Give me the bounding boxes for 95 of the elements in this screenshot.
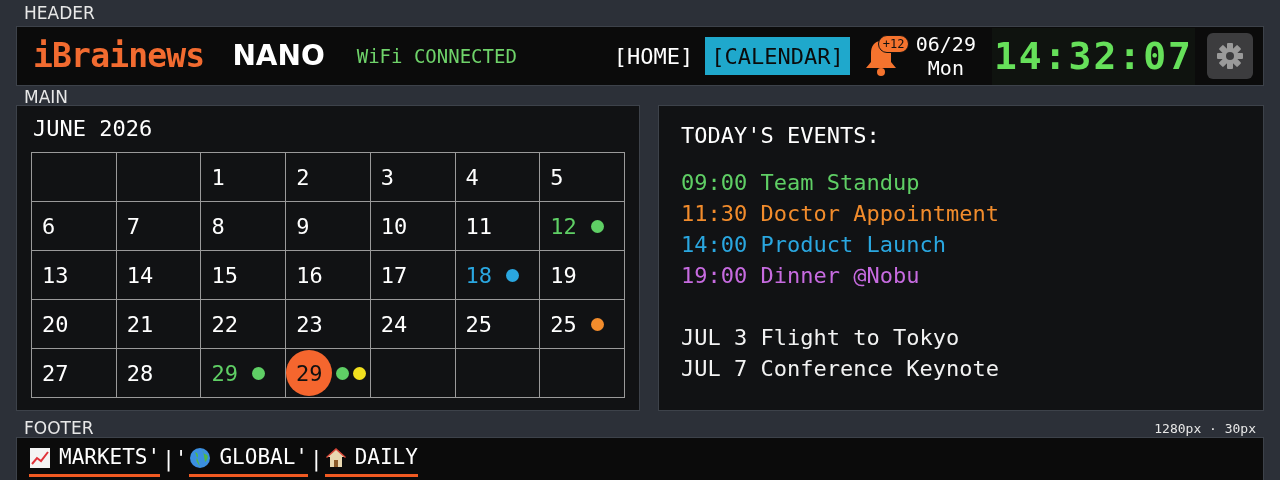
calendar-cell[interactable]: 8 <box>201 202 287 251</box>
date-text: 06/29 <box>915 32 976 56</box>
day-number: 8 <box>211 212 225 241</box>
day-number: 23 <box>296 310 323 339</box>
day-number: 19 <box>550 261 577 290</box>
calendar-cell[interactable]: 3 <box>370 153 456 202</box>
calendar-cell[interactable]: 5 <box>540 153 625 202</box>
calendar-cell[interactable]: 4 <box>455 153 541 202</box>
today-marker: 29 <box>286 350 333 396</box>
footer-tab[interactable]: DAILY <box>324 443 418 477</box>
calendar-cell[interactable]: 20 <box>32 300 117 349</box>
calendar-cell[interactable]: 6 <box>32 202 117 251</box>
calendar-cell[interactable]: 1 <box>201 153 287 202</box>
house-icon <box>324 447 347 469</box>
day-number: 25 <box>550 310 577 339</box>
wifi-status: WiFi CONNECTED <box>356 43 517 69</box>
day-number: 17 <box>380 261 408 290</box>
day-number: 7 <box>126 212 140 241</box>
calendar-cell[interactable]: 28 <box>116 349 202 398</box>
day-number: 22 <box>211 310 238 339</box>
event-item: 14:00 Product Launch <box>681 231 946 259</box>
size-note: 1280px · 30px <box>1154 421 1256 437</box>
day-number: 25 <box>465 310 493 339</box>
section-label: MAIN <box>23 88 70 106</box>
settings-button[interactable] <box>1207 33 1253 79</box>
weekday-text: Mon <box>927 56 964 80</box>
calendar-cell[interactable]: 29 <box>286 349 371 398</box>
day-number: 12 <box>550 212 577 241</box>
calendar-cell[interactable]: 13 <box>32 251 117 300</box>
tab-separator: | <box>309 446 323 474</box>
day-number: 20 <box>42 310 69 339</box>
event-item: 09:00 Team Standup <box>681 169 920 197</box>
digital-clock: 14:32:07 <box>991 27 1195 85</box>
day-number: 15 <box>211 261 238 290</box>
day-number: 28 <box>126 359 154 388</box>
day-number: 5 <box>550 163 564 192</box>
day-number: 29 <box>211 359 238 388</box>
calendar-cell[interactable]: 25 <box>455 300 541 349</box>
calendar-cell[interactable]: 12 <box>540 202 625 251</box>
calendar-cell[interactable] <box>370 349 456 398</box>
nav-tab[interactable]: [HOME] <box>611 37 696 75</box>
section-label: FOOTER <box>24 419 94 437</box>
footer-tab[interactable]: MARKETS' <box>29 443 161 477</box>
day-number: 11 <box>465 212 493 241</box>
calendar-cell[interactable]: 19 <box>540 251 625 300</box>
calendar-cell[interactable]: 10 <box>370 202 456 251</box>
footer-tab[interactable]: GLOBAL' <box>189 443 308 477</box>
day-number: 16 <box>296 261 323 290</box>
section-label: HEADER <box>23 2 96 25</box>
nav-tab[interactable]: [CALENDAR] <box>705 37 850 75</box>
calendar-cell[interactable]: 18 <box>455 251 541 300</box>
day-number: 21 <box>126 310 154 339</box>
upcoming-event: JUL 7 Conference Keynote <box>681 355 999 383</box>
tab-separator: |' <box>162 446 188 474</box>
day-number: 24 <box>380 310 408 339</box>
calendar-cell[interactable]: 15 <box>201 251 287 300</box>
calendar-cell[interactable]: 7 <box>116 202 202 251</box>
calendar-cell[interactable] <box>32 153 117 202</box>
day-number: 13 <box>42 261 69 290</box>
day-number: 18 <box>465 261 493 290</box>
calendar-cell[interactable]: 2 <box>286 153 371 202</box>
day-number: 2 <box>296 163 310 192</box>
day-number: 9 <box>296 212 310 241</box>
calendar-cell[interactable]: 22 <box>201 300 287 349</box>
calendar-cell[interactable]: 21 <box>116 300 202 349</box>
calendar-cell[interactable]: 27 <box>32 349 117 398</box>
day-number: 3 <box>380 163 395 192</box>
model-label: NANO <box>232 38 325 74</box>
upcoming-event: JUL 3 Flight to Tokyo <box>681 324 960 352</box>
calendar-cell[interactable] <box>540 349 625 398</box>
calendar-title: JUNE 2026 <box>33 116 153 142</box>
events-title: TODAY'S EVENTS: <box>681 122 880 150</box>
event-item: 11:30 Doctor Appointment <box>681 200 999 228</box>
notification-badge: +12 <box>877 35 910 53</box>
day-number: 14 <box>126 261 154 290</box>
calendar-cell[interactable]: 14 <box>116 251 202 300</box>
calendar-cell[interactable]: 29 <box>201 349 287 398</box>
calendar-cell[interactable]: 25 <box>540 300 625 349</box>
calendar-cell[interactable]: 11 <box>455 202 541 251</box>
calendar-cell[interactable] <box>455 349 541 398</box>
calendar-cell[interactable]: 9 <box>286 202 371 251</box>
calendar-cell[interactable] <box>116 153 202 202</box>
day-number: 10 <box>380 212 408 241</box>
day-number: 1 <box>211 163 225 192</box>
day-number: 27 <box>42 359 69 388</box>
brand-logo: iBrainews <box>33 35 205 78</box>
calendar-cell[interactable]: 23 <box>286 300 371 349</box>
day-number: 6 <box>42 212 56 241</box>
day-number: 4 <box>465 163 479 192</box>
calendar-cell[interactable]: 17 <box>370 251 456 300</box>
globe-icon <box>189 447 212 469</box>
event-item: 19:00 Dinner @Nobu <box>681 262 920 290</box>
chart-icon <box>29 447 51 469</box>
calendar-cell[interactable]: 16 <box>286 251 371 300</box>
calendar-cell[interactable]: 24 <box>370 300 456 349</box>
